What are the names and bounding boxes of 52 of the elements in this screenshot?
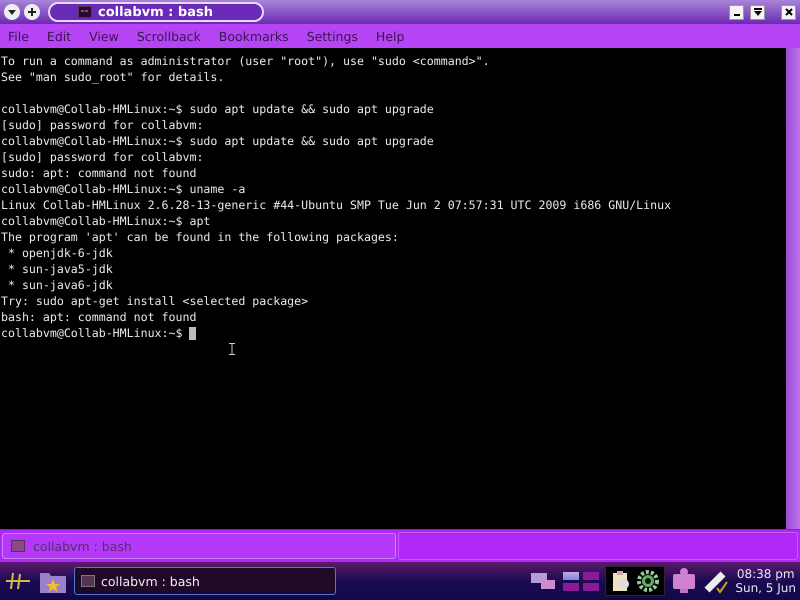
terminal-line: See "man sudo_root" for details.	[1, 69, 226, 85]
desktop-cell[interactable]	[563, 582, 580, 590]
terminal-line: * sun-java6-jdk	[6, 277, 114, 293]
terminal-line: Try: sudo apt-get install <selected package>	[1, 293, 310, 309]
desktop-cell[interactable]	[583, 572, 600, 580]
session-tab[interactable]: collabvm : bash	[2, 533, 396, 559]
desktop-pager[interactable]	[563, 572, 600, 590]
network-icon[interactable]	[529, 571, 558, 591]
desktop-cell[interactable]	[563, 572, 580, 580]
terminal-line: [sudo] password for collabvm:	[1, 149, 204, 165]
menu-item[interactable]: Scrollback	[130, 28, 207, 44]
close-button[interactable]	[781, 4, 796, 20]
terminal-line: collabvm@Collab-HMLinux:~$ apt	[1, 213, 212, 229]
terminal-line: collabvm@Collab-HMLinux:~$ uname -a	[1, 181, 246, 197]
window-menu-button[interactable]	[4, 4, 20, 20]
terminal-line: * sun-java5-jdk	[6, 261, 114, 277]
menu-item[interactable]: Edit	[40, 28, 78, 44]
terminal-line: collabvm@Collab-HMLinux:~$	[1, 325, 184, 341]
menu-item[interactable]: File	[2, 28, 35, 44]
close-icon	[784, 7, 794, 17]
menu-item[interactable]: Settings	[300, 28, 364, 44]
menu-item[interactable]: Help	[370, 28, 410, 44]
terminal-line: [sudo] password for collabvm:	[1, 117, 204, 133]
window-title: collabvm : bash	[98, 4, 213, 20]
menu-item[interactable]: Bookmarks	[212, 28, 295, 44]
terminal-line: To run a command as administrator (user "root"), use "sudo <command>".	[1, 53, 491, 69]
terminal-icon	[81, 575, 95, 587]
minimize-icon	[734, 14, 740, 16]
menu-item[interactable]: View	[83, 28, 125, 44]
caret-icon	[7, 7, 17, 17]
clock-date: Sun, 5 Jun	[735, 581, 796, 595]
scrollbar[interactable]	[786, 48, 800, 529]
task-button[interactable]: collabvm : bash	[74, 567, 336, 595]
terminal-line: The program 'apt' can be found in the following packages:	[1, 229, 400, 245]
sticky-button[interactable]	[24, 4, 40, 20]
terminal-line: collabvm@Collab-HMLinux:~$ sudo apt update && sudo apt upgrade	[1, 101, 435, 117]
clipboard-icon[interactable]	[611, 570, 632, 592]
plus-icon	[27, 7, 37, 17]
desktop-cell[interactable]	[583, 582, 600, 590]
terminal-icon	[11, 540, 25, 552]
terminal-line: sudo: apt: command not found	[1, 165, 198, 181]
clock-time: 08:38 pm	[736, 567, 795, 581]
terminal-line: Linux Collab-HMLinux 2.6.28-13-generic #44-Ubuntu SMP Tue Jun 2 07:57:31 UTC 2009 i686 GNU/Linux	[1, 197, 672, 213]
mouse-pointer-icon	[229, 343, 235, 355]
gear-icon[interactable]	[637, 570, 660, 592]
terminal-icon	[78, 6, 92, 18]
terminal-line: bash: apt: command not found	[1, 309, 198, 325]
shade-button[interactable]	[750, 4, 765, 20]
terminal-line: * openjdk-6-jdk	[6, 245, 114, 261]
terminal-line: collabvm@Collab-HMLinux:~$ sudo apt update && sudo apt upgrade	[1, 133, 435, 149]
caret-icon	[752, 7, 762, 17]
minimize-button[interactable]	[729, 4, 744, 20]
